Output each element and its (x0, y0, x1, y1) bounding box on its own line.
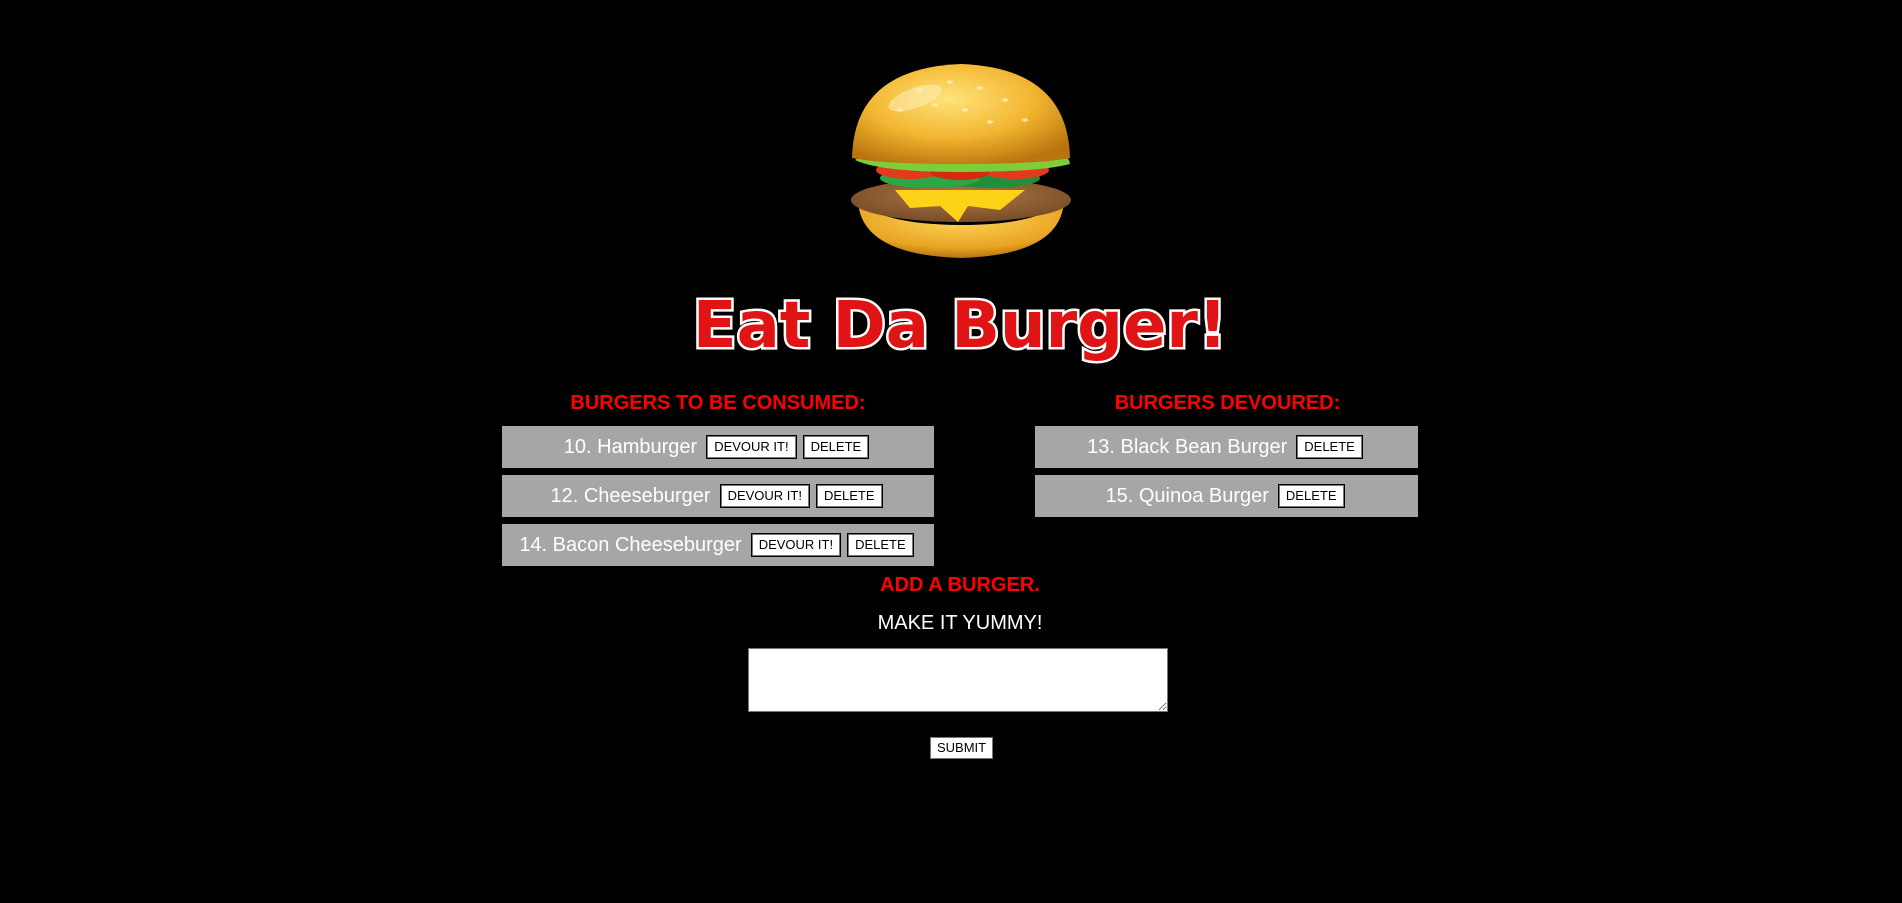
burger-name-input[interactable] (748, 648, 1168, 712)
burger-name: 12. Cheeseburger (550, 484, 711, 507)
delete-button[interactable]: DELETE (1277, 484, 1345, 508)
list-item: 12. Cheeseburger DEVOUR IT! DELETE (502, 475, 934, 517)
page: Eat Da Burger! BURGERS TO BE CONSUMED: 1… (0, 0, 1902, 903)
delete-button[interactable]: DELETE (815, 484, 883, 508)
devour-button[interactable]: DEVOUR IT! (750, 533, 842, 557)
list-item: 13. Black Bean Burger DELETE (1035, 426, 1418, 468)
delete-button[interactable]: DELETE (1296, 435, 1363, 459)
add-burger-heading: ADD A BURGER. (880, 574, 1040, 596)
burger-logo-image (851, 64, 1071, 258)
list-item: 14. Bacon Cheeseburger DEVOUR IT! DELETE (502, 524, 934, 566)
list-item: 15. Quinoa Burger DELETE (1035, 475, 1418, 517)
to-consume-heading: BURGERS TO BE CONSUMED: (570, 392, 866, 414)
devoured-heading: BURGERS DEVOURED: (1114, 392, 1341, 414)
burger-name: 13. Black Bean Burger (1087, 435, 1288, 458)
devour-button[interactable]: DEVOUR IT! (706, 435, 797, 459)
make-it-yummy-label: MAKE IT YUMMY! (877, 612, 1043, 634)
submit-button[interactable]: SUBMIT (929, 736, 995, 760)
burger-name: 15. Quinoa Burger (1105, 484, 1269, 507)
eat-da-burger-title-logo: Eat Da Burger! (690, 287, 1229, 366)
devour-button[interactable]: DEVOUR IT! (719, 484, 810, 508)
burger-name: 14. Bacon Cheeseburger (519, 533, 742, 556)
delete-button[interactable]: DELETE (802, 435, 870, 459)
delete-button[interactable]: DELETE (847, 533, 914, 557)
title-logo-text: Eat Da Burger! (693, 289, 1227, 363)
list-item: 10. Hamburger DEVOUR IT! DELETE (502, 426, 934, 468)
burger-name: 10. Hamburger (563, 435, 698, 458)
to-consume-list: 10. Hamburger DEVOUR IT! DELETE 12. Chee… (502, 426, 934, 573)
devoured-list: 13. Black Bean Burger DELETE 15. Quinoa … (1035, 426, 1418, 524)
